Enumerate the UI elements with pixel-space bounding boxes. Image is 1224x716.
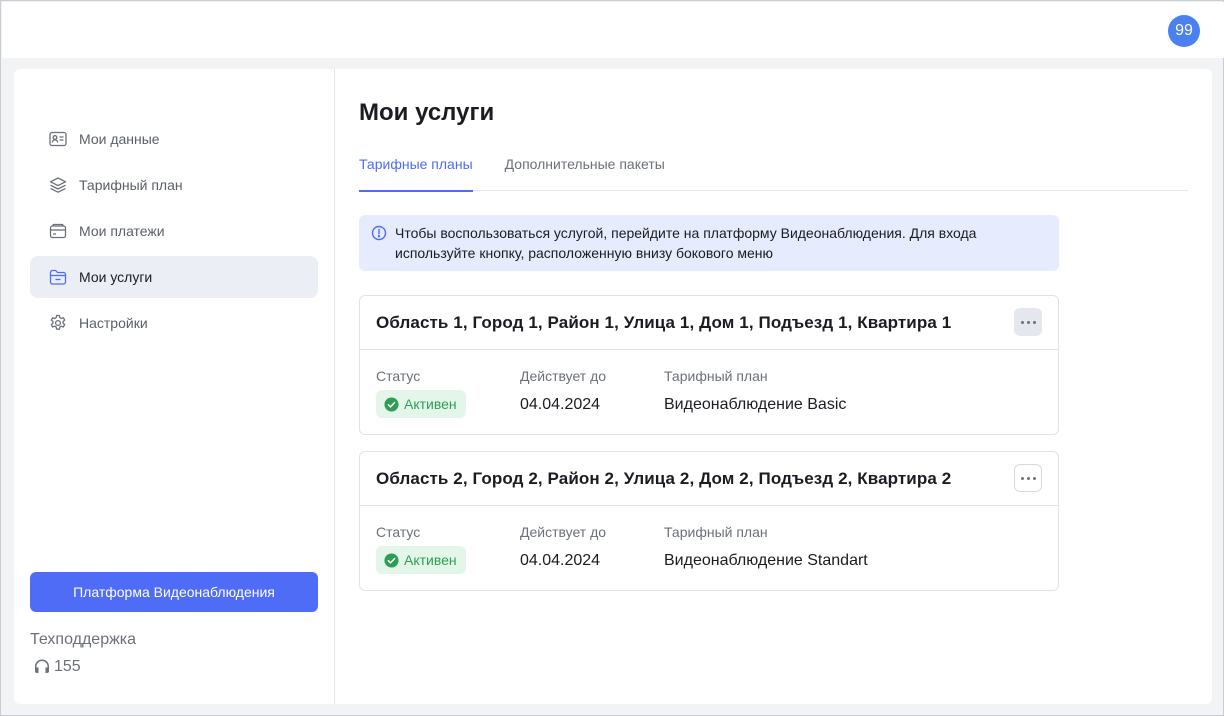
sidebar-item-my-services[interactable]: Мои услуги: [30, 256, 318, 298]
status-badge: Активен: [376, 390, 466, 418]
info-banner: Чтобы воспользоваться услугой, перейдите…: [359, 215, 1059, 271]
more-dots-icon: [1020, 476, 1024, 480]
sidebar-item-my-data[interactable]: Мои данные: [30, 118, 318, 160]
plan-value: Видеонаблюдение Standart: [664, 552, 868, 569]
valid-until-label: Действует до: [520, 368, 607, 384]
avatar[interactable]: 99: [1168, 15, 1200, 47]
service-card: Область 2, Город 2, Район 2, Улица 2, До…: [359, 451, 1059, 591]
sidebar-item-label: Мои платежи: [79, 223, 165, 239]
service-card-header: Область 1, Город 1, Район 1, Улица 1, До…: [360, 296, 1058, 350]
more-options-button[interactable]: [1014, 464, 1042, 492]
more-dots-icon: [1020, 320, 1024, 324]
plan-label: Тарифный план: [664, 368, 768, 384]
service-address: Область 2, Город 2, Район 2, Улица 2, До…: [376, 469, 952, 488]
folder-icon: [49, 269, 67, 285]
id-card-icon: [49, 131, 67, 147]
page-title: Мои услуги: [359, 99, 495, 126]
plan-label: Тарифный план: [664, 524, 768, 540]
sidebar-nav: Мои данные Тарифный план Мои платежи Мои…: [30, 118, 318, 348]
plan-field: Тарифный план Видеонаблюдение Standart: [664, 524, 868, 570]
sidebar-item-label: Тарифный план: [79, 177, 183, 193]
service-card-header: Область 2, Город 2, Район 2, Улица 2, До…: [360, 452, 1058, 506]
content-card: Мои данные Тарифный план Мои платежи Мои…: [14, 69, 1212, 704]
status-value: Активен: [404, 552, 457, 568]
more-dots-icon: [1026, 476, 1030, 480]
sidebar-item-settings[interactable]: Настройки: [30, 302, 318, 344]
status-label: Статус: [376, 524, 421, 540]
plan-field: Тарифный план Видеонаблюдение Basic: [664, 368, 846, 414]
status-field: Статус Активен: [376, 368, 466, 418]
sidebar-item-label: Настройки: [79, 315, 148, 331]
info-icon: [371, 225, 387, 241]
valid-until-field: Действует до 04.04.2024: [520, 368, 606, 414]
app-window: 99 Мои данные Тарифный план Мои платежи …: [0, 0, 1224, 716]
valid-until-label: Действует до: [520, 524, 607, 540]
support-phone-number: 155: [54, 658, 81, 675]
headset-icon: [35, 659, 49, 673]
sidebar-item-tariff-plan[interactable]: Тарифный план: [30, 164, 318, 206]
service-address: Область 1, Город 1, Район 1, Улица 1, До…: [376, 313, 952, 332]
support-phone[interactable]: 155: [32, 657, 81, 677]
plan-value: Видеонаблюдение Basic: [664, 396, 847, 413]
tabs: Тарифные планы Дополнительные пакеты: [359, 145, 1188, 192]
wallet-icon: [49, 223, 67, 239]
support-title: Техподдержка: [30, 631, 137, 648]
more-dots-icon: [1032, 476, 1036, 480]
main-content: Мои услуги Тарифные планы Дополнительные…: [359, 69, 1199, 704]
more-dots-icon: [1026, 320, 1030, 324]
check-circle-icon: [384, 552, 399, 568]
check-circle-icon: [384, 396, 399, 412]
more-options-button[interactable]: [1014, 308, 1042, 336]
service-card: Область 1, Город 1, Район 1, Улица 1, До…: [359, 295, 1059, 435]
layers-icon: [49, 177, 67, 193]
sidebar-item-label: Мои данные: [79, 131, 160, 147]
status-badge: Активен: [376, 546, 466, 574]
valid-until-value: 04.04.2024: [520, 396, 601, 413]
tab-tariff-plans[interactable]: Тарифные планы: [359, 145, 473, 192]
status-value: Активен: [404, 396, 457, 412]
sidebar-item-label: Мои услуги: [79, 269, 153, 285]
status-field: Статус Активен: [376, 524, 466, 574]
info-text: Чтобы воспользоваться услугой, перейдите…: [395, 225, 977, 261]
sidebar-item-my-payments[interactable]: Мои платежи: [30, 210, 318, 252]
gear-icon: [50, 314, 66, 330]
sidebar: Мои данные Тарифный план Мои платежи Мои…: [14, 69, 335, 704]
tab-additional-packages[interactable]: Дополнительные пакеты: [505, 145, 665, 191]
valid-until-value: 04.04.2024: [520, 552, 601, 569]
video-platform-button[interactable]: Платформа Видеонаблюдения: [30, 572, 318, 612]
more-dots-icon: [1032, 320, 1036, 324]
valid-until-field: Действует до 04.04.2024: [520, 524, 606, 570]
status-label: Статус: [376, 368, 421, 384]
top-bar: 99: [2, 2, 1224, 58]
